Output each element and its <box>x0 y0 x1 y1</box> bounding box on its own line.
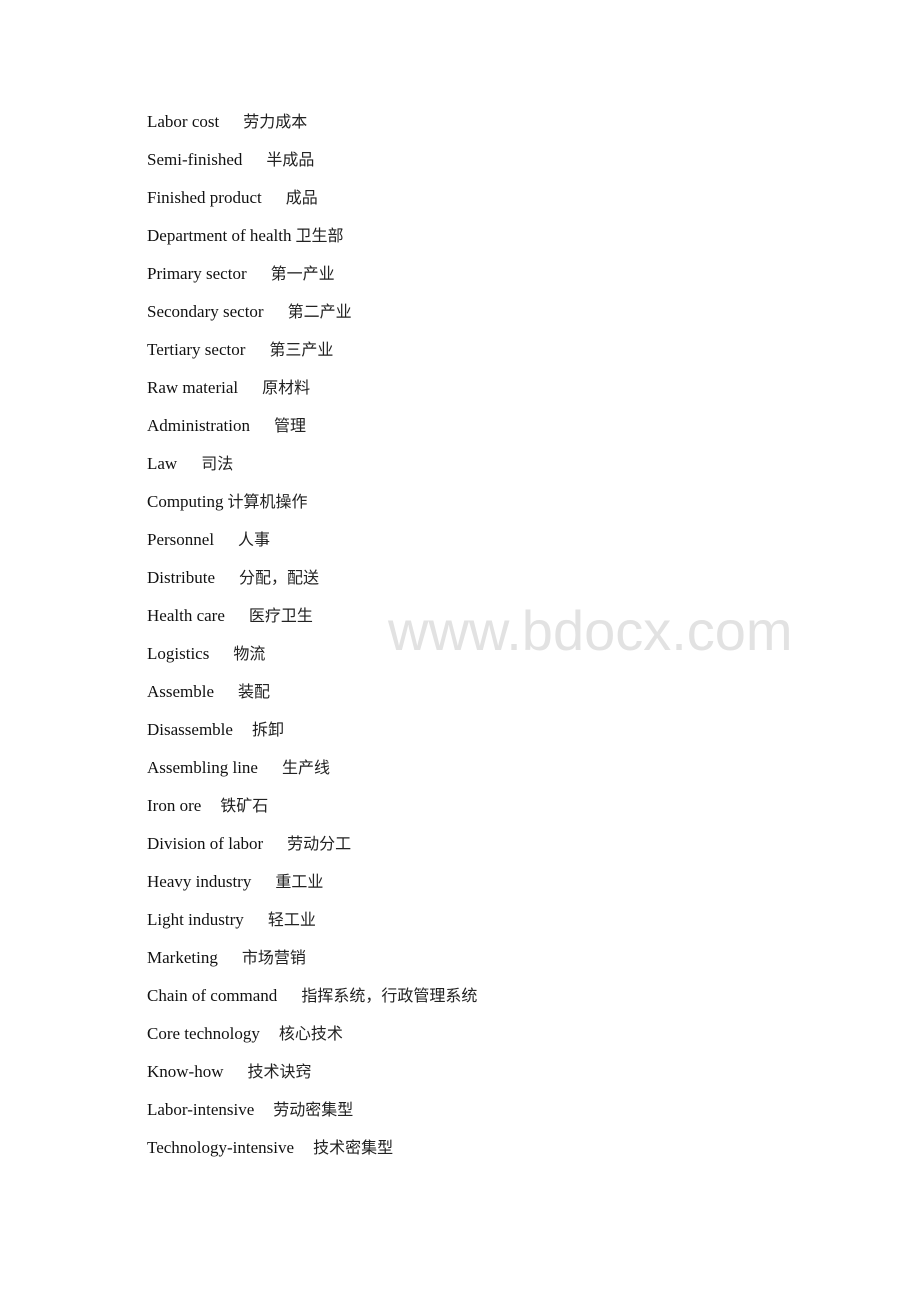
entry-term: Tertiary sector <box>147 340 246 359</box>
glossary-entry: Department of health 卫生部 <box>147 223 477 261</box>
entry-translation: 半成品 <box>266 150 315 169</box>
entry-translation: 劳动密集型 <box>273 1100 354 1119</box>
entry-term: Disassemble <box>147 720 233 739</box>
glossary-entry: Marketing 市场营销 <box>147 945 477 983</box>
glossary-entry: Division of labor 劳动分工 <box>147 831 477 869</box>
entry-term: Primary sector <box>147 264 247 283</box>
entry-translation: 技术诀窍 <box>247 1062 312 1081</box>
glossary-entry: Logistics 物流 <box>147 641 477 679</box>
entry-translation: 第三产业 <box>269 340 334 359</box>
entry-translation: 铁矿石 <box>220 796 269 815</box>
entry-translation: 轻工业 <box>267 910 316 929</box>
entry-term: Labor cost <box>147 112 220 131</box>
entry-term: Logistics <box>147 644 210 663</box>
glossary-list: Labor cost 劳力成本 Semi-finished 半成品 Finished p… <box>147 109 477 1173</box>
glossary-entry: Distribute 分配，配送 <box>147 565 477 603</box>
entry-translation: 重工业 <box>275 872 324 891</box>
entry-translation: 原材料 <box>262 378 311 397</box>
entry-term: Marketing <box>147 948 218 967</box>
entry-term: Light industry <box>147 910 244 929</box>
glossary-entry: Assembling line 生产线 <box>147 755 477 793</box>
entry-term: Core technology <box>147 1024 260 1043</box>
entry-term: Technology-intensive <box>147 1138 295 1157</box>
glossary-entry: Labor cost 劳力成本 <box>147 109 477 147</box>
glossary-entry: Computing 计算机操作 <box>147 489 477 527</box>
glossary-entry: Core technology 核心技术 <box>147 1021 477 1059</box>
glossary-entry: Labor-intensive 劳动密集型 <box>147 1097 477 1135</box>
glossary-entry: Primary sector 第一产业 <box>147 261 477 299</box>
glossary-entry: Disassemble 拆卸 <box>147 717 477 755</box>
entry-translation: 管理 <box>273 416 306 435</box>
entry-term: Labor-intensive <box>147 1100 255 1119</box>
glossary-entry: Heavy industry 重工业 <box>147 869 477 907</box>
entry-term: Assemble <box>147 682 215 701</box>
entry-translation: 司法 <box>201 454 234 473</box>
entry-term: Distribute <box>147 568 215 587</box>
entry-term: Raw material <box>147 378 239 397</box>
entry-translation: 人事 <box>238 530 271 549</box>
entry-translation: 医疗卫生 <box>248 606 313 625</box>
glossary-entry: Personnel 人事 <box>147 527 477 565</box>
glossary-entry: Finished product 成品 <box>147 185 477 223</box>
entry-term: Law <box>147 454 178 473</box>
entry-translation: 成品 <box>285 188 318 207</box>
entry-translation: 装配 <box>238 682 271 701</box>
entry-translation: 第二产业 <box>287 302 352 321</box>
entry-translation: 第一产业 <box>270 264 335 283</box>
entry-translation: 拆卸 <box>251 720 284 739</box>
glossary-entry: Assemble 装配 <box>147 679 477 717</box>
entry-term: Secondary sector <box>147 302 264 321</box>
entry-translation: 分配，配送 <box>239 568 320 587</box>
glossary-entry: Technology-intensive 技术密集型 <box>147 1135 477 1173</box>
entry-term: Administration <box>147 416 250 435</box>
entry-translation: 指挥系统，行政管理系统 <box>301 986 478 1005</box>
entry-term: Know-how <box>147 1062 224 1081</box>
entry-term: Iron ore <box>147 796 202 815</box>
entry-translation: 劳力成本 <box>243 112 308 131</box>
glossary-entry: Chain of command 指挥系统，行政管理系统 <box>147 983 477 1021</box>
entry-translation: 劳动分工 <box>287 834 352 853</box>
glossary-entry: Law 司法 <box>147 451 477 489</box>
entry-term: Chain of command <box>147 986 278 1005</box>
glossary-entry: Administration 管理 <box>147 413 477 451</box>
entry-translation: 技术密集型 <box>313 1138 394 1157</box>
entry-term: Department of health <box>147 226 292 245</box>
entry-translation: 物流 <box>233 644 266 663</box>
glossary-entry: Light industry 轻工业 <box>147 907 477 945</box>
glossary-entry: Semi-finished 半成品 <box>147 147 477 185</box>
entry-term: Health care <box>147 606 225 625</box>
glossary-entry: Know-how 技术诀窍 <box>147 1059 477 1097</box>
entry-term: Division of labor <box>147 834 264 853</box>
entry-term: Assembling line <box>147 758 258 777</box>
entry-term: Heavy industry <box>147 872 252 891</box>
entry-term: Finished product <box>147 188 262 207</box>
entry-translation: 计算机操作 <box>227 492 308 511</box>
glossary-entry: Tertiary sector 第三产业 <box>147 337 477 375</box>
glossary-entry: Iron ore 铁矿石 <box>147 793 477 831</box>
glossary-entry: Secondary sector 第二产业 <box>147 299 477 337</box>
entry-translation: 核心技术 <box>278 1024 343 1043</box>
entry-translation: 卫生部 <box>295 226 344 245</box>
entry-term: Personnel <box>147 530 215 549</box>
glossary-entry: Health care 医疗卫生 <box>147 603 477 641</box>
entry-translation: 生产线 <box>281 758 330 777</box>
entry-term: Semi-finished <box>147 150 243 169</box>
entry-translation: 市场营销 <box>241 948 306 967</box>
document-page: Labor cost 劳力成本 Semi-finished 半成品 Finished p… <box>0 0 920 1302</box>
glossary-entry: Raw material 原材料 <box>147 375 477 413</box>
entry-term: Computing <box>147 492 224 511</box>
